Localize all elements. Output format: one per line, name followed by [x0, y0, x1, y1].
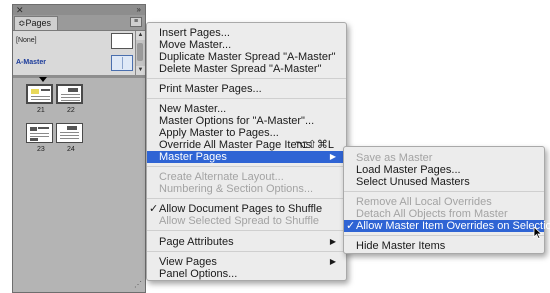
page-number: 22 [67, 107, 75, 114]
menu-separator [344, 235, 544, 236]
page-number: 24 [67, 146, 75, 153]
panel-title-bar[interactable]: ✕ » [13, 5, 145, 15]
chevron-right-icon: ▶ [329, 257, 336, 266]
master-thumbnail[interactable] [111, 33, 133, 49]
submenu-item-detach-objects: Detach All Objects from Master [356, 208, 508, 220]
panel-menu-icon[interactable]: ≡ [130, 17, 142, 27]
chevron-right-icon: ▶ [329, 237, 336, 246]
menu-item-move-master[interactable]: Move Master... [147, 39, 346, 51]
masters-scrollbar[interactable]: ▲ ▼ [135, 31, 145, 75]
menu-separator [344, 191, 544, 192]
tab-pages[interactable]: ≎Pages [14, 16, 58, 30]
scroll-up-icon[interactable]: ▲ [136, 31, 145, 40]
menu-item-allow-document-pages-shuffle[interactable]: ✓ Allow Document Pages to Shuffle [147, 203, 346, 215]
current-page-marker-icon [39, 77, 47, 82]
menu-item-label: Master Pages [159, 151, 227, 163]
menu-item-create-alternate-layout: Create Alternate Layout... [159, 171, 284, 183]
menu-separator [147, 166, 346, 167]
pages-panel-menu: Insert Pages... Move Master... Duplicate… [146, 22, 347, 281]
menu-separator [147, 98, 346, 99]
menu-separator [147, 230, 346, 231]
collapse-icon[interactable]: » [137, 5, 141, 15]
keyboard-shortcut: ⌥⇧⌘L [294, 139, 334, 151]
submenu-item-remove-local-overrides: Remove All Local Overrides [356, 196, 492, 208]
close-icon[interactable]: ✕ [16, 5, 24, 15]
chevron-right-icon: ▶ [329, 152, 336, 161]
menu-item-numbering-section-options: Numbering & Section Options... [159, 183, 314, 195]
master-label: A-Master [16, 59, 46, 66]
menu-item-override-all-master-items[interactable]: Override All Master Page Items ⌥⇧⌘L [147, 139, 346, 151]
masters-section: [None] A-Master [13, 31, 135, 75]
submenu-item-allow-master-overrides[interactable]: ✓ Allow Master Item Overrides on Selecti… [344, 220, 550, 232]
submenu-item-load-master-pages[interactable]: Load Master Pages... [344, 164, 544, 176]
menu-item-page-attributes[interactable]: Page Attributes ▶ [147, 236, 346, 248]
submenu-item-save-as-master: Save as Master [356, 152, 433, 164]
page-thumbnail-24[interactable] [56, 123, 83, 143]
menu-item-master-options[interactable]: Master Options for "A-Master"... [147, 115, 346, 127]
menu-item-allow-selected-spread-shuffle: Allow Selected Spread to Shuffle [159, 215, 320, 227]
menu-item-label: Override All Master Page Items [159, 139, 312, 151]
menu-item-label: View Pages [159, 256, 217, 268]
menu-separator [147, 198, 346, 199]
menu-item-label: Allow Master Item Overrides on Selection [356, 220, 550, 232]
menu-item-panel-options[interactable]: Panel Options... [147, 268, 346, 280]
page-thumbnail-23[interactable] [26, 123, 53, 143]
menu-separator [147, 251, 346, 252]
submenu-item-select-unused-masters[interactable]: Select Unused Masters [344, 176, 544, 188]
resize-grip-icon[interactable]: ⋰ [134, 280, 142, 289]
page-thumbnail-22[interactable] [56, 84, 83, 104]
master-thumbnail[interactable] [111, 55, 133, 71]
pages-panel: ✕ » ≎Pages ≡ [None] A-Master ▲ ▼ 21 22 2… [12, 4, 146, 293]
scrollbar-thumb[interactable] [137, 43, 143, 61]
pages-area: 21 22 23 24 [13, 77, 145, 292]
menu-item-delete-master-spread[interactable]: Delete Master Spread "A-Master" [147, 63, 346, 75]
checkmark-icon: ✓ [149, 203, 159, 215]
scroll-down-icon[interactable]: ▼ [136, 66, 145, 75]
spread-21-22[interactable] [26, 84, 84, 104]
menu-item-view-pages[interactable]: View Pages ▶ [147, 256, 346, 268]
menu-item-insert-pages[interactable]: Insert Pages... [147, 27, 346, 39]
arrow-cursor-icon [533, 226, 543, 239]
page-number: 21 [37, 107, 45, 114]
menu-item-duplicate-master-spread[interactable]: Duplicate Master Spread "A-Master" [147, 51, 346, 63]
page-thumbnail-21[interactable] [26, 84, 53, 104]
menu-item-label: Page Attributes [159, 236, 234, 248]
menu-item-master-pages[interactable]: Master Pages ▶ [147, 151, 346, 163]
panel-tab-row: ≎Pages ≡ [13, 15, 145, 31]
menu-item-new-master[interactable]: New Master... [147, 103, 346, 115]
master-item-a-master[interactable]: A-Master [13, 53, 135, 75]
spread-23-24[interactable] [26, 123, 84, 143]
master-pages-submenu: Save as Master Load Master Pages... Sele… [343, 146, 550, 254]
menu-item-print-master-pages[interactable]: Print Master Pages... [147, 83, 346, 95]
menu-separator [147, 78, 346, 79]
page-number: 23 [37, 146, 45, 153]
menu-item-apply-master[interactable]: Apply Master to Pages... [147, 127, 346, 139]
master-label: [None] [16, 37, 37, 44]
menu-item-label: Allow Document Pages to Shuffle [159, 203, 323, 215]
master-item-none[interactable]: [None] [13, 31, 135, 53]
checkmark-icon: ✓ [346, 220, 356, 232]
submenu-item-hide-master-items[interactable]: Hide Master Items [344, 240, 544, 252]
